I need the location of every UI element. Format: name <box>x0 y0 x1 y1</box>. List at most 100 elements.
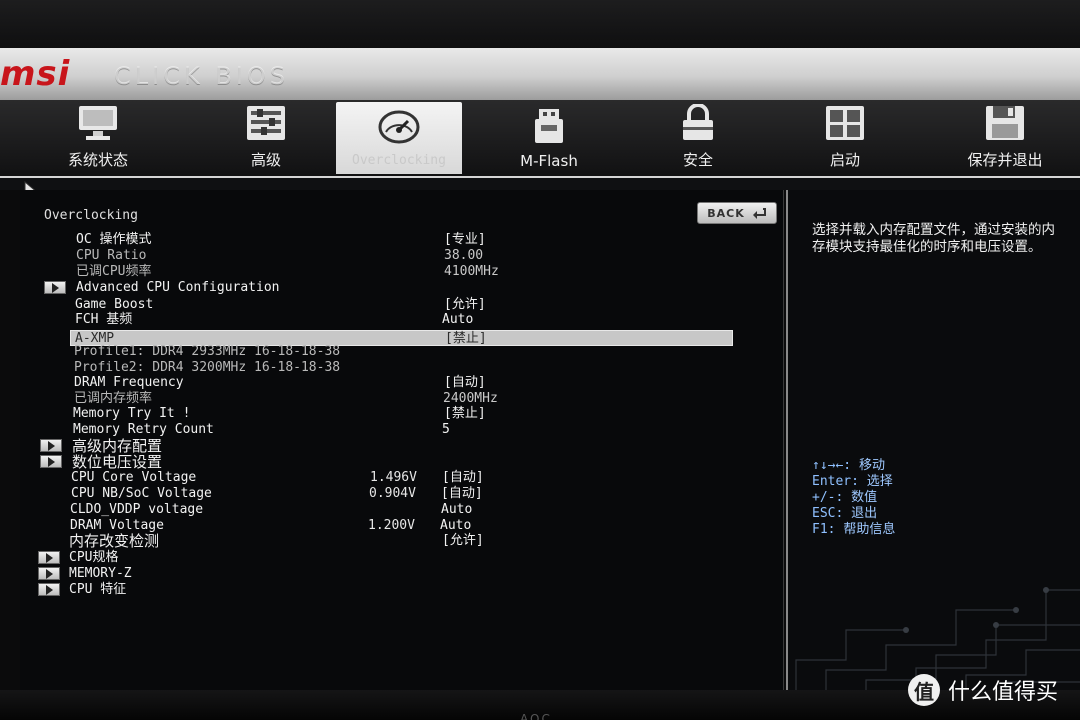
setting-name: CPU 特征 <box>69 582 127 597</box>
setting-value: 5 <box>442 422 450 437</box>
return-arrow-icon <box>752 208 766 219</box>
setting-name: CPU规格 <box>69 550 119 565</box>
setting-name: CLDO_VDDP voltage <box>70 502 204 517</box>
setting-value: [允许] <box>442 533 484 548</box>
setting-name: CPU Ratio <box>76 248 147 263</box>
tab-overclocking[interactable]: Overclocking <box>336 102 462 174</box>
setting-value: [允许] <box>444 297 486 312</box>
tab-m-flash[interactable]: M-Flash <box>462 100 636 176</box>
tab-label: 启动 <box>829 151 860 169</box>
setting-row-memory-change-detect[interactable]: 内存改变检测 [允许] <box>69 533 729 549</box>
submenu-advanced-memory-config[interactable]: 高级内存配置 <box>40 438 732 454</box>
submenu-arrow-icon <box>38 567 60 580</box>
setting-name: DRAM Frequency <box>74 375 184 390</box>
msi-logo: msi <box>0 54 71 94</box>
tab-label: 安全 <box>682 151 713 169</box>
setting-name: Profile1: DDR4 2933MHz 16-18-18-38 <box>74 344 341 359</box>
help-description: 选择并载入内存配置文件，通过安装的内存模块支持最佳化的时序和电压设置。 <box>812 222 1055 255</box>
tab-boot[interactable]: 启动 <box>760 100 930 176</box>
setting-row-game-boost[interactable]: Game Boost [允许] <box>75 297 735 313</box>
current-voltage: 1.496V <box>370 470 417 485</box>
setting-row-cpu-ratio: CPU Ratio 38.00 <box>76 248 736 264</box>
back-button-label: BACK <box>707 206 745 220</box>
tab-label: Overclocking <box>352 153 446 168</box>
key-action: 选择 <box>866 474 893 489</box>
tab-security[interactable]: 安全 <box>636 100 760 176</box>
setting-value: Auto <box>440 518 472 533</box>
setting-name: CPU NB/SoC Voltage <box>71 486 212 501</box>
back-button[interactable]: BACK <box>697 202 777 224</box>
submenu-arrow-icon <box>44 281 66 294</box>
setting-name: 已调CPU频率 <box>76 264 152 279</box>
current-voltage: 0.904V <box>369 486 416 501</box>
setting-name: 高级内存配置 <box>72 437 163 455</box>
setting-name: 数位电压设置 <box>72 453 163 471</box>
key-hint-enter: Enter: 选择 <box>812 474 1062 490</box>
usb-drive-icon <box>527 106 571 146</box>
watermark: 值 什么值得买 <box>908 674 1058 706</box>
lock-icon <box>676 103 720 143</box>
setting-row-cpu-nb-soc-voltage[interactable]: CPU NB/SoC Voltage 0.904V [自动] <box>71 486 731 502</box>
settings-panel-icon <box>244 103 288 143</box>
setting-row-cldo-vddp-voltage[interactable]: CLDO_VDDP voltage Auto <box>70 502 730 518</box>
setting-row-memory-try-it[interactable]: Memory Try It ! [禁止] <box>73 406 733 422</box>
tab-label: 保存并退出 <box>967 151 1043 169</box>
tab-save-exit[interactable]: 保存并退出 <box>930 100 1080 176</box>
key-hint-move: ↑↓→←: 移动 <box>812 458 1062 474</box>
tab-system-status[interactable]: 系统状态 <box>0 100 196 176</box>
setting-name: 内存改变检测 <box>69 532 160 550</box>
key-name: Enter: <box>812 474 859 489</box>
key-hint-esc: ESC: 退出 <box>812 506 1062 522</box>
submenu-digital-voltage[interactable]: 数位电压设置 <box>40 454 732 470</box>
setting-row-adjusted-cpu-freq: 已调CPU频率 4100MHz <box>76 264 736 280</box>
xmp-profile-1: Profile1: DDR4 2933MHz 16-18-18-38 <box>74 344 734 360</box>
setting-name: Advanced CPU Configuration <box>76 280 280 295</box>
setting-name: MEMORY-Z <box>69 566 132 581</box>
bios-title: CLICK BIOS <box>114 62 289 90</box>
key-name: ↑↓→←: <box>812 458 852 473</box>
key-hint-value: +/-: 数值 <box>812 490 1062 506</box>
submenu-arrow-icon <box>38 583 60 596</box>
setting-name: OC 操作模式 <box>76 232 152 247</box>
speedometer-icon <box>377 107 421 147</box>
submenu-cpu-specifications[interactable]: CPU规格 <box>38 550 730 566</box>
key-name: +/-: <box>812 490 844 505</box>
setting-name: Memory Retry Count <box>73 422 214 437</box>
submenu-advanced-cpu-configuration[interactable]: Advanced CPU Configuration <box>44 280 736 296</box>
tab-advanced[interactable]: 高级 <box>196 100 336 176</box>
setting-value: 38.00 <box>444 248 484 263</box>
key-action: 帮助信息 <box>843 522 896 537</box>
submenu-cpu-features[interactable]: CPU 特征 <box>38 582 730 598</box>
monitor-brand: AOC <box>520 712 552 720</box>
setting-row-dram-frequency[interactable]: DRAM Frequency [自动] <box>74 375 734 391</box>
circuit-pattern-decoration <box>795 587 1080 690</box>
setting-value: [自动] <box>444 375 486 390</box>
key-name: F1: <box>812 522 836 537</box>
current-voltage: 1.200V <box>368 518 415 533</box>
setting-value: Auto <box>442 312 474 327</box>
settings-panel: Overclocking BACK OC 操作模式 [专业] CPU Ratio… <box>20 190 784 690</box>
key-action: 数值 <box>851 490 878 505</box>
watermark-logo: 值 <box>908 674 940 706</box>
key-name: ESC: <box>812 506 844 521</box>
setting-row-oc-mode[interactable]: OC 操作模式 [专业] <box>76 232 736 248</box>
setting-row-adjusted-dram-freq: 已调内存频率 2400MHz <box>74 391 734 407</box>
tab-strip: 系统状态 高级 Overclocking M-Flash 安全 启动 保存并退出 <box>0 100 1080 176</box>
setting-value: 4100MHz <box>444 264 499 279</box>
submenu-arrow-icon <box>38 551 60 564</box>
monitor-icon <box>76 103 120 143</box>
setting-value: [禁止] <box>444 406 486 421</box>
submenu-memory-z[interactable]: MEMORY-Z <box>38 566 730 582</box>
setting-value: [自动] <box>441 486 483 501</box>
setting-row-memory-retry-count[interactable]: Memory Retry Count 5 <box>73 422 733 438</box>
tab-separator <box>0 176 1080 190</box>
setting-value: [专业] <box>444 232 486 247</box>
setting-row-fch-base-clock[interactable]: FCH 基频 Auto <box>75 312 735 328</box>
setting-row-cpu-core-voltage[interactable]: CPU Core Voltage 1.496V [自动] <box>71 470 731 486</box>
key-hint-f1: F1: 帮助信息 <box>812 522 1062 538</box>
setting-row-dram-voltage[interactable]: DRAM Voltage 1.200V Auto <box>70 518 730 534</box>
setting-name: FCH 基频 <box>75 312 133 327</box>
submenu-arrow-icon <box>40 439 62 452</box>
help-panel: 选择并载入内存配置文件，通过安装的内存模块支持最佳化的时序和电压设置。 ↑↓→←… <box>786 190 1080 690</box>
setting-value: 2400MHz <box>443 391 498 406</box>
